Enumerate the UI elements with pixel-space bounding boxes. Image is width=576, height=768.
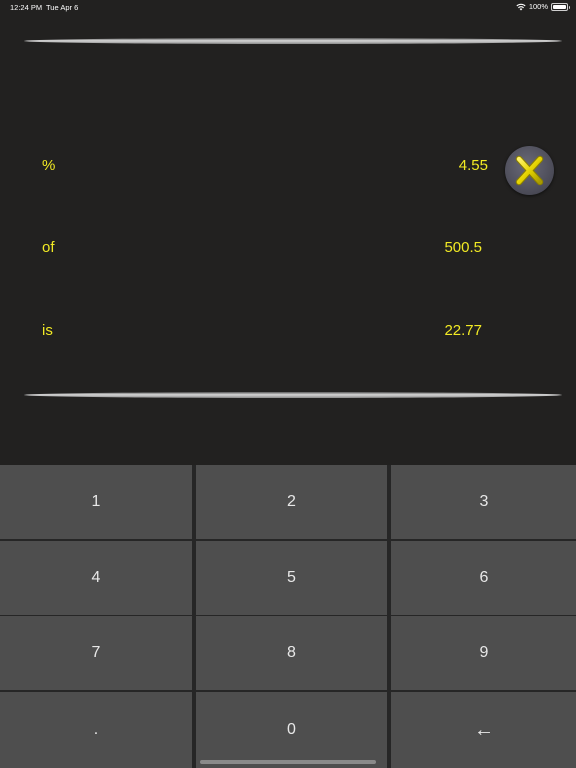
key-0[interactable]: 0 — [196, 692, 387, 768]
battery-icon — [551, 2, 570, 11]
of-label: of — [42, 239, 55, 256]
key-backspace[interactable]: ← — [391, 692, 576, 768]
key-decimal[interactable]: . — [0, 692, 192, 768]
status-time: 12:24 PM — [10, 3, 43, 12]
key-2[interactable]: 2 — [196, 465, 387, 539]
key-8[interactable]: 8 — [196, 616, 387, 690]
of-value-field[interactable]: 500.5 — [444, 239, 482, 257]
key-3[interactable]: 3 — [391, 465, 576, 539]
clear-button[interactable] — [505, 146, 554, 195]
close-x-icon — [515, 155, 544, 186]
result-value-field[interactable]: 22.77 — [444, 322, 482, 340]
key-7[interactable]: 7 — [0, 616, 192, 690]
top-divider — [24, 38, 562, 44]
key-1[interactable]: 1 — [0, 465, 192, 539]
is-label: is — [42, 322, 53, 339]
percent-value-field[interactable]: 4.55 — [459, 157, 488, 175]
status-date: Tue Apr 6 — [46, 3, 79, 12]
key-4[interactable]: 4 — [0, 541, 192, 615]
key-6[interactable]: 6 — [391, 541, 576, 615]
bottom-divider — [24, 392, 562, 398]
percent-label: % — [42, 157, 56, 174]
home-indicator — [200, 760, 376, 764]
status-indicators: 100% — [516, 2, 570, 11]
battery-percentage: 100% — [528, 2, 548, 11]
key-5[interactable]: 5 — [196, 541, 387, 615]
percentage-calculator-screen: 12:24 PM Tue Apr 6 100% % 4.55 of 500.5 … — [0, 0, 576, 768]
numeric-keypad: 1 2 3 4 5 6 7 8 9. 0 ← — [0, 465, 576, 768]
key-9[interactable]: 9 — [391, 616, 576, 690]
status-bar: 12:24 PM Tue Apr 6 100% — [0, 0, 576, 14]
wifi-icon — [516, 3, 526, 11]
